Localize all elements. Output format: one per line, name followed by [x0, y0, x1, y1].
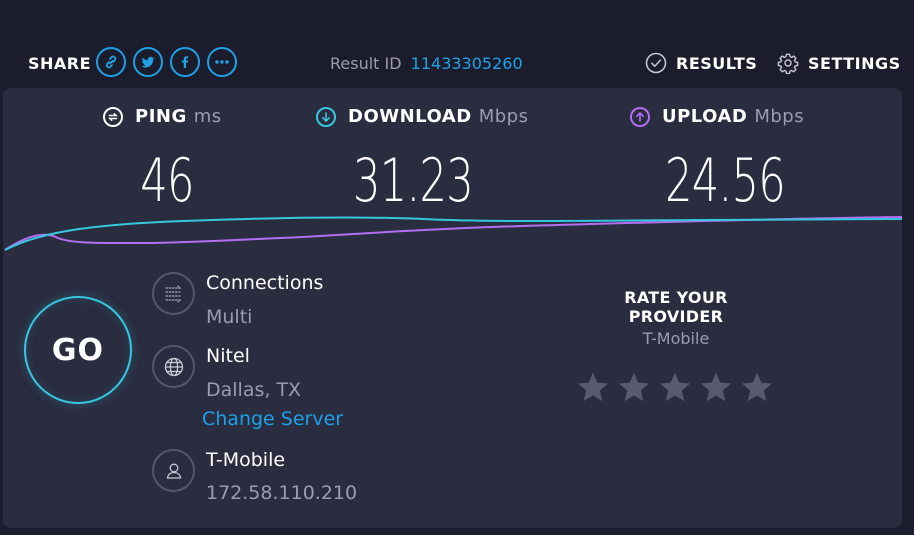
globe-icon [152, 345, 195, 388]
speed-graph [4, 216, 902, 251]
star-icon [577, 372, 609, 402]
server-location: Dallas, TX [206, 379, 302, 401]
change-server-link[interactable]: Change Server [202, 408, 343, 430]
upload-metric: UPLOAD Mbps [630, 106, 804, 127]
more-icon [215, 60, 229, 64]
settings-label: SETTINGS [808, 53, 901, 73]
twitter-icon [141, 56, 155, 68]
results-button[interactable]: RESULTS [645, 52, 757, 74]
share-more-button[interactable] [207, 47, 237, 77]
download-arrow-icon [316, 106, 336, 127]
check-circle-icon [645, 52, 667, 74]
ip-address: 172.58.110.210 [206, 482, 358, 504]
star-icon [700, 372, 732, 402]
star-5-button[interactable] [740, 370, 774, 404]
rate-provider-name: T-Mobile [642, 329, 710, 348]
share-label: SHARE [28, 54, 92, 73]
download-label: DOWNLOAD [348, 106, 472, 127]
upload-label: UPLOAD [662, 106, 748, 127]
star-icon [659, 372, 691, 402]
result-id: Result ID 11433305260 [330, 54, 523, 73]
results-label: RESULTS [676, 53, 758, 73]
ping-unit: ms [193, 106, 222, 127]
connections-title: Connections [206, 272, 324, 294]
star-1-button[interactable] [576, 370, 610, 404]
share-facebook-button[interactable] [170, 47, 200, 77]
result-id-link[interactable]: 11433305260 [411, 54, 523, 73]
star-2-button[interactable] [617, 370, 651, 404]
results-panel: PING ms 46 DOWNLOAD Mbps 31.23 UPLOAD Mb [3, 88, 902, 528]
connections-icon [152, 272, 195, 315]
user-icon [152, 449, 195, 492]
server-name: Nitel [206, 345, 250, 367]
top-bar: SHARE Result ID 11433305260 RESULTS SETT… [0, 0, 914, 88]
ping-metric: PING ms [103, 106, 222, 127]
settings-button[interactable]: SETTINGS [777, 52, 901, 74]
result-id-label: Result ID [330, 54, 402, 73]
upload-arrow-icon [630, 106, 650, 127]
go-button[interactable]: GO [24, 296, 132, 404]
star-icon [741, 372, 773, 402]
isp-name: T-Mobile [206, 449, 286, 471]
star-icon [618, 372, 650, 402]
facebook-icon [182, 56, 189, 68]
rate-provider-title: RATE YOUR PROVIDER [624, 288, 728, 326]
star-rating [576, 370, 781, 404]
star-4-button[interactable] [699, 370, 733, 404]
share-twitter-button[interactable] [133, 47, 163, 77]
download-graph-line [4, 216, 902, 251]
go-label: GO [51, 332, 105, 368]
connections-value[interactable]: Multi [206, 306, 252, 328]
download-metric: DOWNLOAD Mbps [316, 106, 528, 127]
share-link-button[interactable] [96, 47, 126, 77]
link-icon [105, 55, 117, 69]
upload-graph-line [4, 216, 902, 251]
star-3-button[interactable] [658, 370, 692, 404]
download-unit: Mbps [478, 106, 529, 127]
ping-label: PING [135, 106, 187, 127]
upload-unit: Mbps [754, 106, 805, 127]
gear-icon [777, 53, 799, 74]
ping-icon [103, 106, 123, 127]
